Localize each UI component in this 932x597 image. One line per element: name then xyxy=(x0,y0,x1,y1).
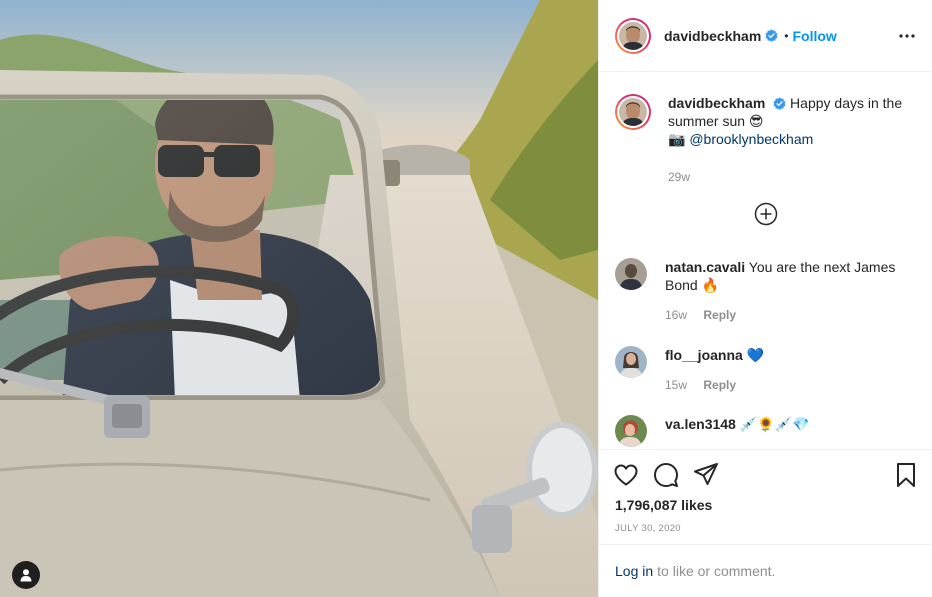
share-button[interactable] xyxy=(693,462,719,488)
caption-time[interactable]: 29w xyxy=(668,168,915,186)
verified-badge-icon xyxy=(765,29,778,42)
avatar-image xyxy=(619,98,647,126)
like-button[interactable] xyxy=(613,462,639,488)
reply-button[interactable]: Reply xyxy=(703,308,736,322)
more-options-button[interactable] xyxy=(897,26,917,46)
comment-username[interactable]: va.len3148 xyxy=(665,416,736,432)
caption-username[interactable]: davidbeckham xyxy=(668,95,765,111)
post-photo[interactable] xyxy=(0,0,598,597)
mention-link[interactable]: @brooklynbeckham xyxy=(689,131,813,147)
bookmark-icon xyxy=(897,463,915,487)
comment-username[interactable]: flo__joanna xyxy=(665,347,743,363)
comments-section[interactable]: davidbeckham Happy days in the summer su… xyxy=(599,72,932,449)
plus-circle-icon xyxy=(754,202,778,226)
comment-text: 💉🌻💉💎 xyxy=(739,416,810,432)
post-actions: 1,796,087 likes JULY 30, 2020 xyxy=(599,449,932,544)
load-more-comments-button[interactable] xyxy=(754,202,778,226)
comment-time[interactable]: 15w xyxy=(665,378,687,392)
post-caption: davidbeckham Happy days in the summer su… xyxy=(615,94,915,186)
post-date[interactable]: JULY 30, 2020 xyxy=(615,523,681,534)
comment-bubble-icon xyxy=(654,463,678,487)
commenter-avatar[interactable] xyxy=(615,346,647,378)
avatar-image xyxy=(615,258,647,290)
save-button[interactable] xyxy=(893,462,919,488)
author-username[interactable]: davidbeckham xyxy=(664,28,761,44)
separator-dot: • xyxy=(784,28,789,43)
person-icon xyxy=(20,569,32,582)
verified-badge-icon xyxy=(773,97,786,110)
caption-author-avatar[interactable] xyxy=(615,94,651,130)
post-image xyxy=(0,0,598,597)
heart-icon xyxy=(614,464,638,486)
comment-time[interactable]: 16w xyxy=(665,308,687,322)
login-prompt: Log in to like or comment. xyxy=(599,544,932,597)
comment-button[interactable] xyxy=(653,462,679,488)
commenter-avatar[interactable] xyxy=(615,258,647,290)
paper-plane-icon xyxy=(694,463,718,485)
post-details-panel: davidbeckham • Follow davidbeckham Happy… xyxy=(598,0,932,597)
comment-item: va.len3148 💉🌻💉💎 xyxy=(615,415,915,447)
follow-button[interactable]: Follow xyxy=(792,28,836,44)
camera-emoji: 📷 xyxy=(668,131,686,147)
tagged-users-button[interactable] xyxy=(12,561,40,589)
avatar-image xyxy=(615,415,647,447)
likes-count[interactable]: 1,796,087 likes xyxy=(615,497,712,513)
login-prompt-text: to like or comment. xyxy=(657,563,776,579)
comment-item: flo__joanna 💙 15w Reply xyxy=(615,346,915,394)
post-header: davidbeckham • Follow xyxy=(599,0,932,72)
reply-button[interactable]: Reply xyxy=(703,378,736,392)
login-link[interactable]: Log in xyxy=(615,563,653,579)
comment-username[interactable]: natan.cavali xyxy=(665,259,745,275)
commenter-avatar[interactable] xyxy=(615,415,647,447)
avatar-image xyxy=(615,346,647,378)
author-avatar[interactable] xyxy=(615,17,651,54)
avatar-image xyxy=(619,21,647,50)
comment-text: 💙 xyxy=(746,347,765,363)
comment-item: natan.cavali You are the next James Bond… xyxy=(615,258,915,324)
more-options-icon xyxy=(899,34,915,38)
